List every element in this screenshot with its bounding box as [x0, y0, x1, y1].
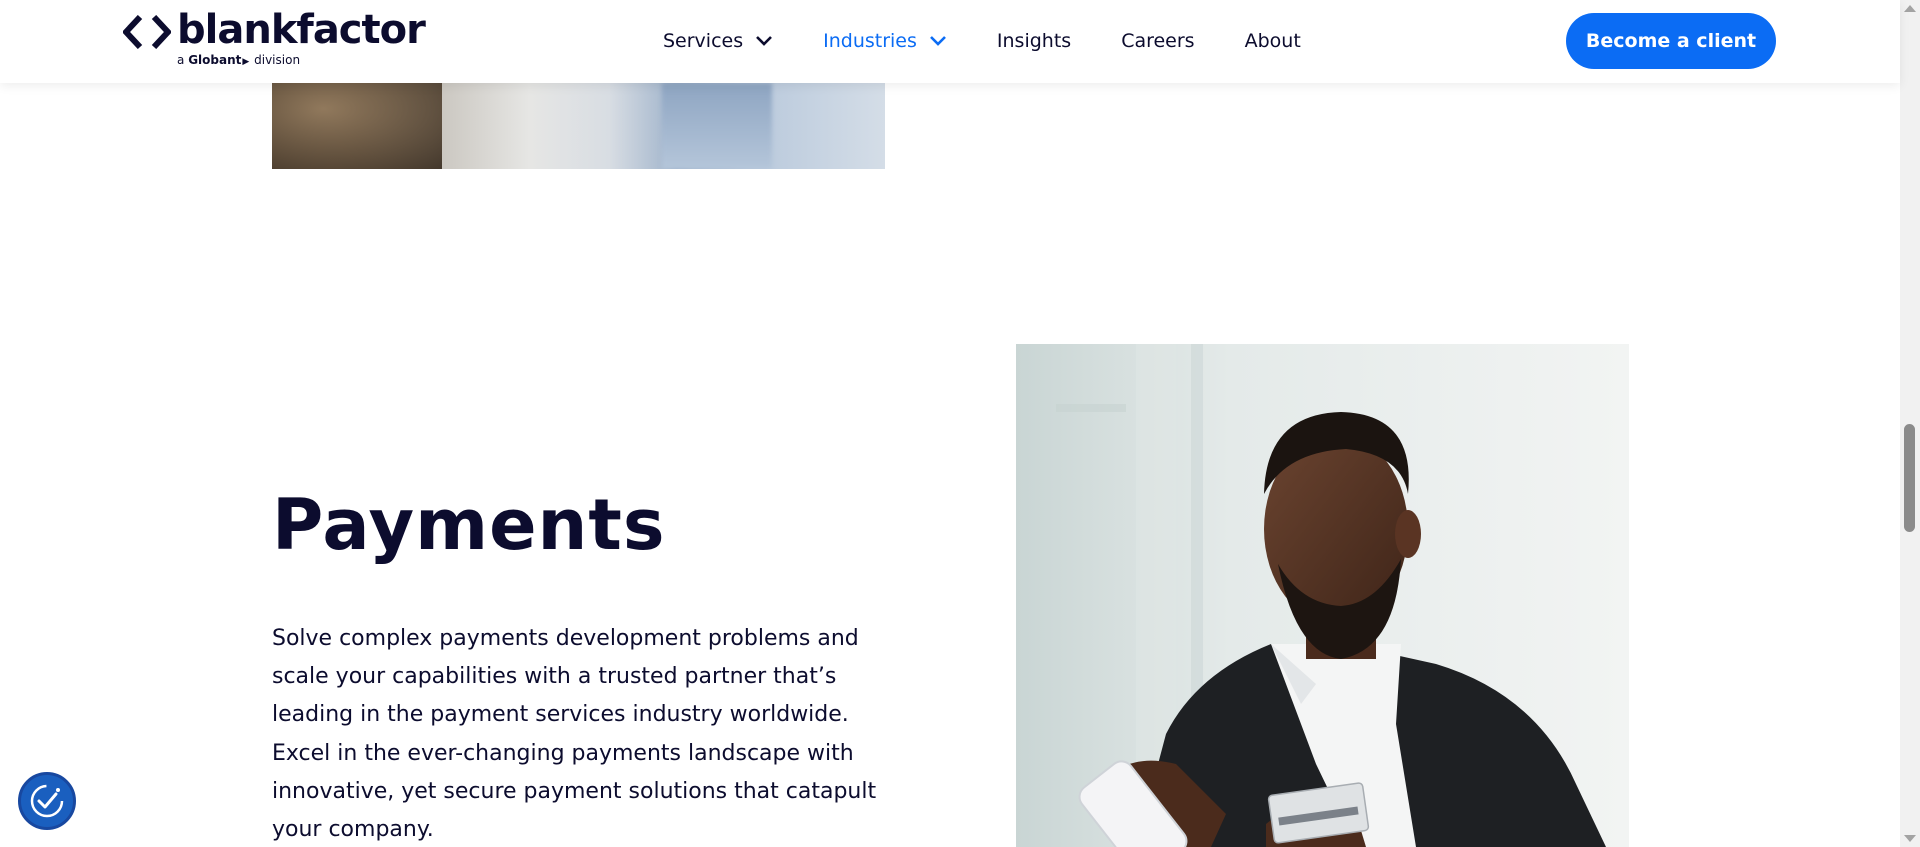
- brand-sub-prefix: a: [177, 53, 185, 67]
- brand-sub-company: Globant: [188, 53, 242, 67]
- brand-name: blankfactor: [177, 7, 426, 53]
- nav-item-label: About: [1244, 30, 1301, 52]
- main-nav: Services Industries Insights Careers Abo…: [663, 26, 1351, 56]
- nav-item-careers[interactable]: Careers: [1121, 30, 1194, 52]
- photo-shape: [272, 83, 442, 169]
- code-brackets-icon: [123, 15, 171, 49]
- nav-item-label: Careers: [1121, 30, 1195, 52]
- site-header: blankfactor a Globant▶ division Services…: [0, 0, 1900, 83]
- brand-sub-suffix: division: [254, 53, 301, 67]
- nav-item-label: Industries: [823, 30, 917, 52]
- section-heading: Payments: [272, 484, 666, 566]
- nav-item-about[interactable]: About: [1245, 30, 1301, 52]
- nav-item-label: Services: [663, 30, 744, 52]
- nav-item-industries[interactable]: Industries: [823, 30, 947, 52]
- nav-item-services[interactable]: Services: [663, 30, 773, 52]
- payments-photo: [1016, 344, 1629, 847]
- scroll-up-arrow-icon[interactable]: [1904, 5, 1916, 12]
- previous-section-photo: [272, 83, 885, 169]
- brand-subtitle: a Globant▶ division: [177, 53, 300, 67]
- accessibility-widget-button[interactable]: [18, 772, 76, 830]
- section-body: Solve complex payments development probl…: [272, 626, 877, 843]
- nav-item-insights[interactable]: Insights: [997, 30, 1071, 52]
- scrollbar-thumb[interactable]: [1904, 424, 1915, 532]
- nav-item-label: Insights: [996, 30, 1072, 52]
- brand-logo[interactable]: blankfactor a Globant▶ division: [123, 7, 433, 71]
- page-scrollbar[interactable]: [1900, 0, 1920, 847]
- person-with-phone-illustration: [1016, 344, 1629, 847]
- chevron-down-icon: [929, 36, 946, 46]
- become-client-button[interactable]: Become a client: [1566, 13, 1776, 69]
- scroll-down-arrow-icon[interactable]: [1904, 835, 1916, 842]
- chevron-down-icon: [756, 36, 773, 46]
- photo-shape: [662, 83, 772, 169]
- accessibility-check-icon: [30, 784, 64, 818]
- triangle-icon: ▶: [242, 57, 250, 67]
